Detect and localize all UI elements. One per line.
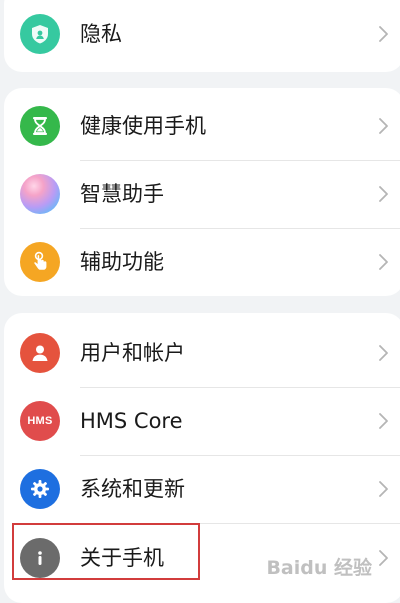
system-updates-label: 系统和更新 bbox=[80, 477, 185, 501]
chevron-right-icon bbox=[379, 345, 388, 361]
smart-assistant-row[interactable]: 智慧助手 bbox=[4, 160, 400, 228]
user-account-icon bbox=[20, 333, 60, 373]
chevron-right-icon bbox=[379, 481, 388, 497]
chevron-right-icon bbox=[379, 186, 388, 202]
healthy-phone-use-row[interactable]: 健康使用手机 bbox=[4, 92, 400, 160]
settings-group-wellbeing: 健康使用手机 智慧助手 辅助功能 bbox=[4, 88, 400, 296]
hms-icon-text: HMS bbox=[27, 415, 53, 427]
system-updates-row[interactable]: 系统和更新 bbox=[4, 455, 400, 523]
info-icon bbox=[20, 538, 60, 578]
gear-icon bbox=[20, 469, 60, 509]
hand-pointer-icon bbox=[20, 242, 60, 282]
hms-core-label: HMS Core bbox=[80, 409, 183, 433]
about-phone-label: 关于手机 bbox=[80, 546, 164, 570]
healthy-phone-use-label: 健康使用手机 bbox=[80, 114, 206, 138]
hms-core-row[interactable]: HMS HMS Core bbox=[4, 387, 400, 455]
hms-icon: HMS bbox=[20, 401, 60, 441]
accessibility-row[interactable]: 辅助功能 bbox=[4, 228, 400, 296]
hourglass-icon bbox=[20, 106, 60, 146]
chevron-right-icon bbox=[379, 26, 388, 42]
privacy-shield-icon bbox=[20, 14, 60, 54]
privacy-label: 隐私 bbox=[80, 22, 122, 46]
chevron-right-icon bbox=[379, 254, 388, 270]
privacy-row[interactable]: 隐私 bbox=[4, 0, 400, 68]
users-accounts-label: 用户和帐户 bbox=[80, 341, 185, 365]
settings-group-privacy: 隐私 bbox=[4, 0, 400, 72]
baidu-watermark: Baidu 经验 bbox=[266, 557, 372, 579]
chevron-right-icon bbox=[379, 118, 388, 134]
users-accounts-row[interactable]: 用户和帐户 bbox=[4, 319, 400, 387]
accessibility-label: 辅助功能 bbox=[80, 250, 164, 274]
chevron-right-icon bbox=[379, 550, 388, 566]
chevron-right-icon bbox=[379, 413, 388, 429]
smart-assistant-label: 智慧助手 bbox=[80, 182, 164, 206]
smart-assistant-orb-icon bbox=[20, 174, 60, 214]
